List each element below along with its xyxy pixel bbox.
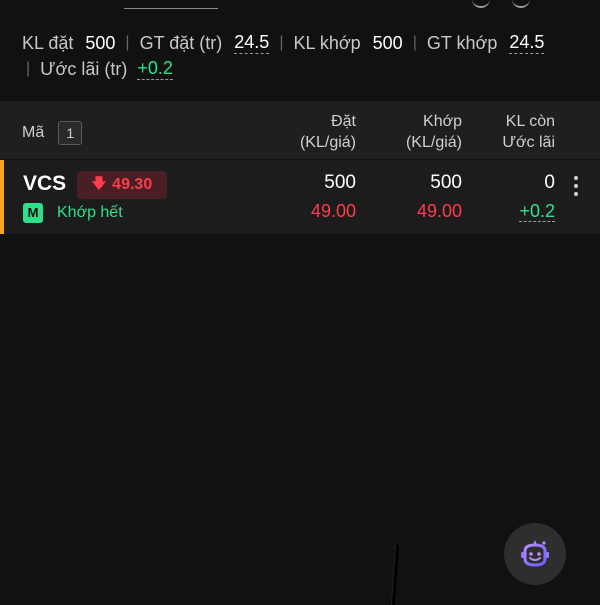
- dat-quantity: 500: [324, 172, 356, 193]
- dat-column-header: Đặt (KL/giá): [300, 111, 356, 153]
- klcon-header-line1: KL còn: [505, 113, 555, 130]
- khop-quantity: 500: [430, 172, 462, 193]
- table-header: Mã 1 Đặt (KL/giá) Khớp (KL/giá) KL còn Ư…: [0, 101, 600, 159]
- dat-header-line2: (KL/giá): [299, 134, 356, 151]
- order-status: Khớp hết: [57, 204, 123, 221]
- order-count-badge: 1: [58, 121, 83, 145]
- order-symbol: VCS: [23, 172, 67, 195]
- uoc-lai-value[interactable]: +0.2: [137, 58, 173, 80]
- kl-khop-label: KL khớp: [293, 33, 361, 53]
- assistant-button[interactable]: [504, 523, 566, 585]
- klcon-header-line2: Ước lãi: [502, 134, 555, 151]
- price-change-value: 49.30: [112, 176, 153, 193]
- estimated-profit[interactable]: +0.2: [519, 201, 555, 222]
- kl-dat-label: KL đặt: [22, 33, 74, 53]
- khop-header-line1: Khớp: [423, 113, 462, 130]
- gt-dat-label: GT đặt (tr): [139, 33, 223, 53]
- filter-icon[interactable]: [512, 0, 530, 8]
- gt-khop-value[interactable]: 24.5: [509, 32, 545, 54]
- separator: |: [26, 60, 31, 77]
- cursor-mark: [390, 544, 400, 605]
- khop-column-header: Khớp (KL/giá): [406, 111, 462, 153]
- dat-header-line1: Đặt: [331, 113, 356, 130]
- dat-price: 49.00: [310, 201, 356, 221]
- separator: |: [279, 34, 284, 51]
- robot-assistant-icon: [521, 540, 549, 567]
- active-tab-indicator[interactable]: [124, 0, 218, 9]
- top-toolbar: [472, 0, 530, 8]
- order-summary: KL đặt 500 | GT đặt (tr) 24.5 | KL khớp …: [22, 30, 582, 82]
- order-type-badge: M: [23, 203, 43, 223]
- gt-khop-label: GT khớp: [426, 33, 498, 53]
- table-row[interactable]: VCS 🡇 49.30 M Khớp hết 500 49.00 500 49.…: [0, 160, 600, 234]
- separator: |: [125, 34, 130, 51]
- search-icon[interactable]: [472, 0, 490, 8]
- ma-column-header[interactable]: Mã 1: [22, 121, 83, 145]
- price-change-badge: 🡇 49.30: [77, 171, 167, 199]
- gt-dat-value[interactable]: 24.5: [234, 32, 270, 54]
- klcon-column-header: KL còn Ước lãi: [502, 111, 555, 153]
- khop-price: 49.00: [416, 201, 462, 221]
- kl-khop-value: 500: [372, 33, 403, 53]
- kebab-menu-icon[interactable]: [574, 176, 578, 196]
- ma-label: Mã: [22, 124, 45, 141]
- kl-dat-value: 500: [85, 33, 116, 53]
- khop-header-line2: (KL/giá): [405, 134, 462, 151]
- remaining-quantity: 0: [544, 172, 555, 193]
- separator: |: [412, 34, 417, 51]
- uoc-lai-label: Ước lãi (tr): [40, 59, 128, 79]
- arrow-down-icon: 🡇: [91, 175, 107, 191]
